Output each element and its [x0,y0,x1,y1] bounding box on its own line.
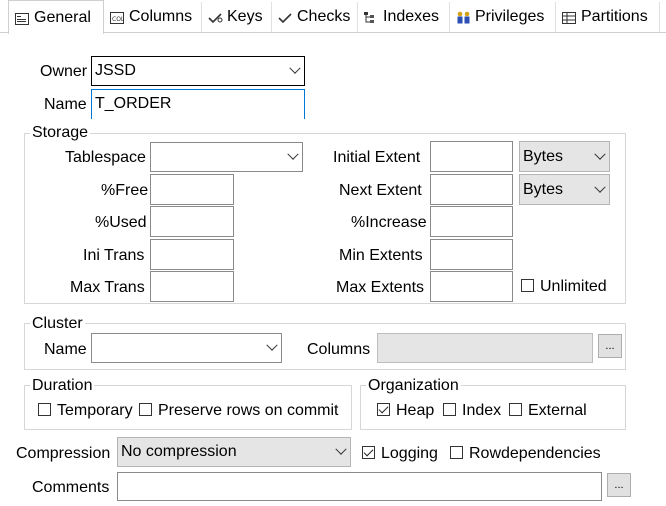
external-label: External [528,402,587,419]
unlimited-label: Unlimited [540,278,607,295]
maxtrans-label: Max Trans [70,279,145,296]
tab-label: Indexes [383,8,440,25]
tab-indexes[interactable]: Indexes [358,2,450,32]
storage-title: Storage [30,124,91,142]
temporary-label: Temporary [57,402,133,419]
tab-bar: General COL Columns Keys Checks Indexes … [0,0,666,34]
columns-icon: COL [110,11,125,24]
checks-icon [278,11,292,24]
indexes-icon [364,11,378,23]
initial-extent-input[interactable] [430,141,513,172]
tab-label: General [34,8,91,26]
compression-value: No compression [121,443,237,460]
tab-label: Partitions [581,8,648,25]
partitions-icon [562,11,576,24]
tab-label: Columns [129,8,193,25]
tab-label: Checks [297,8,351,25]
free-input[interactable] [150,174,234,205]
tab-label: Keys [227,8,263,25]
tab-columns[interactable]: COL Columns [104,2,202,32]
temporary-checkbox[interactable] [38,403,51,416]
max-extents-input[interactable] [430,271,513,302]
logging-checkbox[interactable] [362,446,375,459]
compression-label: Compression [16,445,111,462]
chevron-down-icon [284,143,302,171]
comments-label: Comments [32,479,110,496]
tab-checks[interactable]: Checks [272,2,358,32]
chevron-down-icon [332,438,350,466]
used-input[interactable] [150,206,234,237]
duration-title: Duration [30,377,95,395]
privileges-icon [456,11,470,24]
chevron-down-icon [591,175,609,204]
cluster-columns-label: Columns [307,341,371,358]
owner-label: Owner [40,63,88,80]
heap-checkbox[interactable] [377,403,390,416]
owner-select[interactable]: JSSD [91,56,305,86]
unlimited-checkbox[interactable] [521,279,534,292]
rowdependencies-label: Rowdependencies [469,445,601,462]
preserve-rows-label: Preserve rows on commit [158,402,339,419]
organization-title: Organization [366,377,461,395]
name-label: Name [44,96,87,113]
chevron-down-icon [591,142,609,171]
tab-label: Privileges [475,8,545,25]
min-extents-label: Min Extents [339,247,423,264]
cluster-title: Cluster [30,315,85,333]
tab-partitions[interactable]: Partitions [556,2,660,32]
next-unit-select[interactable]: Bytes [519,174,610,205]
chevron-down-icon [286,57,304,85]
free-label: %Free [101,182,149,199]
logging-label: Logging [381,445,438,462]
cluster-columns-browse-button[interactable]: ... [598,334,622,358]
svg-text:COL: COL [112,16,124,23]
name-input[interactable]: T_ORDER [91,89,305,119]
comments-browse-button[interactable]: ... [607,473,631,497]
preserve-rows-checkbox[interactable] [139,403,152,416]
heap-label: Heap [396,402,435,419]
initrans-input[interactable] [150,239,234,270]
next-extent-label: Next Extent [339,182,422,199]
cluster-name-label: Name [44,341,87,358]
next-extent-input[interactable] [430,174,513,205]
tab-privileges[interactable]: Privileges [450,2,556,32]
increase-label: %Increase [351,214,427,231]
maxtrans-input[interactable] [150,271,234,302]
next-unit-value: Bytes [523,180,564,198]
comments-input[interactable] [117,472,602,501]
general-icon [15,12,29,25]
initial-extent-label: Initial Extent [333,149,421,166]
cluster-name-select[interactable] [91,333,282,363]
tablespace-label: Tablespace [65,149,146,166]
chevron-down-icon [263,334,281,362]
tab-general[interactable]: General [8,0,104,34]
rowdependencies-checkbox[interactable] [450,446,463,459]
used-label: %Used [95,214,147,231]
cluster-columns-input[interactable] [377,333,593,363]
owner-value: JSSD [95,62,136,79]
compression-select[interactable]: No compression [117,437,351,467]
tab-keys[interactable]: Keys [202,2,272,32]
min-extents-input[interactable] [430,239,513,270]
index-checkbox[interactable] [443,403,456,416]
initrans-label: Ini Trans [83,247,145,264]
keys-icon [208,11,223,24]
external-checkbox[interactable] [509,403,522,416]
initial-unit-value: Bytes [523,147,564,165]
index-label: Index [462,402,502,419]
initial-unit-select[interactable]: Bytes [519,141,610,172]
increase-input[interactable] [430,206,513,237]
name-value: T_ORDER [95,95,172,112]
max-extents-label: Max Extents [336,279,425,296]
tablespace-select[interactable] [150,142,303,172]
